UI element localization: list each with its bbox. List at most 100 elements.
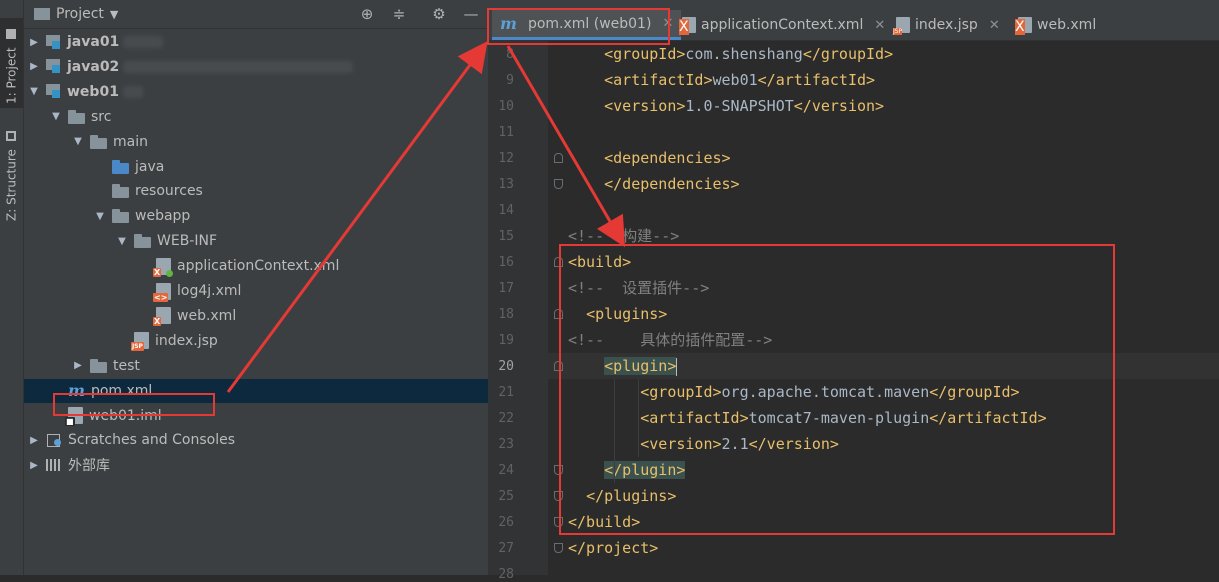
tree-item[interactable]: ▼ WEB-INF [24, 229, 488, 253]
redacted-path [122, 85, 143, 98]
expand-right-icon[interactable]: ▶ [28, 61, 40, 72]
tab-pom-xml-web01-[interactable]: m pom.xml (web01) ✕ [492, 10, 682, 40]
module-icon [46, 59, 62, 74]
minimize-icon[interactable]: — [462, 5, 480, 23]
project-view-selector[interactable]: Project ▼ [34, 6, 118, 22]
code-token: <plugin> [604, 357, 677, 375]
project-panel-header: Project ▼ ⊕ ≑ ⚙ — [24, 0, 488, 29]
tree-item[interactable]: ▶ test [24, 354, 488, 378]
tree-item-label: WEB-INF [157, 233, 217, 250]
jsp-badge: JSP [131, 342, 144, 352]
fold-marker-icon[interactable] [554, 309, 563, 319]
fold-marker-icon[interactable] [554, 257, 563, 267]
module-icon [46, 84, 62, 99]
editor-tab-bar: m pom.xml (web01) ✕ XapplicationContext.xml… [488, 0, 1219, 41]
tab-label: web.xml [1037, 17, 1097, 33]
tree-item-label: java [135, 158, 165, 175]
spring-xml-icon: X [153, 257, 173, 277]
code-line: <!-- 构建--> [568, 223, 679, 249]
close-icon[interactable]: ✕ [874, 18, 885, 33]
tree-item-label: resources [135, 183, 203, 200]
folder-icon [134, 234, 152, 249]
text-caret [676, 357, 678, 376]
library-icon [46, 459, 62, 472]
fold-marker-icon[interactable] [554, 517, 563, 527]
tree-item[interactable]: java [24, 155, 488, 179]
tree-item[interactable]: ▼ src [24, 105, 488, 129]
code-token: <groupId> [604, 45, 686, 63]
fold-marker-icon[interactable] [554, 491, 563, 501]
close-icon[interactable]: ✕ [989, 18, 1000, 33]
gear-icon[interactable]: ⚙ [430, 5, 448, 23]
fold-marker-icon[interactable] [554, 361, 563, 371]
tree-item[interactable]: JSP index.jsp [24, 329, 488, 353]
scratches-icon [46, 433, 62, 448]
tree-item-label: web01 [67, 83, 119, 100]
tree-item[interactable]: m pom.xml [24, 378, 488, 403]
tab-index-jsp[interactable]: JSP index.jsp ✕ [888, 10, 1008, 40]
tree-item[interactable]: ▼ main [24, 130, 488, 154]
tab-applicationcontext-xml[interactable]: XapplicationContext.xml ✕ [674, 10, 893, 40]
jsp-icon: JSP [893, 17, 910, 35]
tree-item[interactable]: ▶ 外部库 [24, 453, 488, 477]
code-line: <version>1.0-SNAPSHOT</version> [568, 93, 884, 119]
expand-down-icon[interactable]: ▼ [50, 111, 62, 122]
code-line: <plugin> [568, 353, 678, 379]
web-folder-icon [112, 209, 130, 224]
close-icon[interactable]: ✕ [662, 16, 673, 31]
expand-right-icon[interactable]: ▶ [28, 435, 40, 446]
tree-item[interactable]: ▶ java01 [24, 30, 488, 54]
tab-web-xml[interactable]: Xweb.xml [1010, 10, 1104, 40]
code-area[interactable]: <groupId>com.shenshang</groupId> <artifa… [488, 40, 1219, 575]
code-line: <build> [568, 249, 631, 275]
expand-down-icon[interactable]: ▼ [28, 86, 40, 97]
tree-item[interactable]: ▼ web01 [24, 80, 488, 104]
tree-item-label: log4j.xml [177, 283, 242, 299]
tree-item[interactable]: ▶ Scratches and Consoles [24, 428, 488, 452]
code-line: </project> [568, 535, 658, 561]
tree-item[interactable]: <> log4j.xml [24, 279, 488, 303]
tab-label: applicationContext.xml [701, 17, 864, 33]
xml-badge: <> [153, 292, 169, 302]
expand-down-icon[interactable]: ▼ [116, 236, 128, 247]
locate-icon[interactable]: ⊕ [358, 5, 376, 23]
spring-leaf-icon [166, 269, 173, 277]
web-xml-icon: X [153, 307, 171, 327]
code-token: <artifactId> [640, 409, 749, 427]
xml-file-icon: <> [153, 282, 171, 302]
tree-item[interactable]: ▶ java02 [24, 55, 488, 79]
fold-marker-icon[interactable] [554, 153, 563, 163]
iml-file-icon: ■ [65, 407, 83, 426]
collapse-all-icon[interactable]: ≑ [390, 5, 408, 23]
tree-item[interactable]: resources [24, 179, 488, 203]
code-line: <version>2.1</version> [568, 431, 839, 457]
code-token: </version> [793, 97, 885, 115]
expand-right-icon[interactable]: ▶ [28, 460, 40, 471]
tree-item[interactable]: ■ web01.iml [24, 404, 488, 428]
expand-down-icon[interactable]: ▼ [72, 136, 84, 147]
fold-marker-icon[interactable] [554, 465, 563, 475]
tree-item[interactable]: ▼ webapp [24, 204, 488, 228]
expand-right-icon[interactable]: ▶ [28, 37, 40, 48]
source-folder-icon [112, 159, 130, 174]
code-line: </plugins> [568, 483, 676, 509]
fold-marker-icon[interactable] [554, 543, 563, 553]
expand-right-icon[interactable]: ▶ [72, 360, 84, 371]
tree-item[interactable]: XapplicationContext.xml [24, 254, 488, 278]
tool-tab-structure[interactable]: Z: Structure [0, 125, 23, 225]
tree-item[interactable]: Xweb.xml [24, 304, 488, 328]
fold-marker-icon[interactable] [554, 179, 563, 189]
code-token: <!-- 构建--> [568, 227, 680, 245]
expand-down-icon[interactable]: ▼ [94, 211, 106, 222]
tool-tab-structure-label: Z: Structure [4, 149, 19, 221]
code-token: org.apache.tomcat.maven [721, 383, 930, 401]
tool-tab-project[interactable]: 1: Project [0, 18, 23, 108]
panel-folder-icon [34, 8, 50, 20]
tree-item-label: java02 [67, 58, 120, 75]
